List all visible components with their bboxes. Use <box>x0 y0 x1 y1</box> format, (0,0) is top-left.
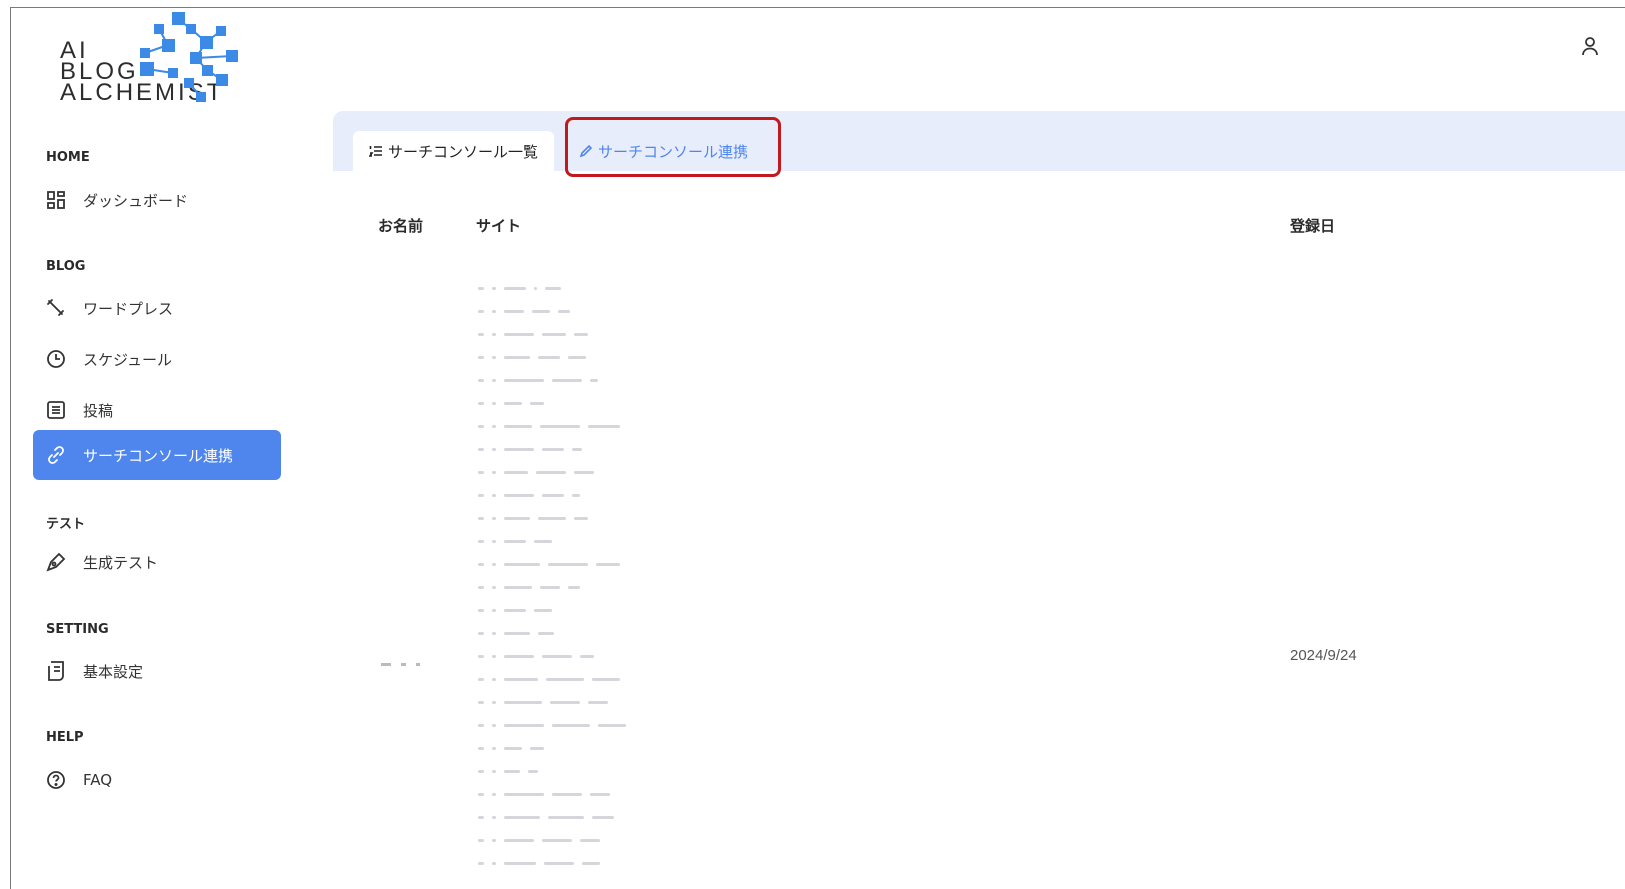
site-row-redacted <box>478 738 552 750</box>
site-row-redacted <box>478 853 608 865</box>
tab-bar: サーチコンソール一覧 サーチコンソール連携 <box>333 111 1625 171</box>
dashboard-icon <box>45 189 67 211</box>
site-row-redacted <box>478 577 588 589</box>
site-row-redacted <box>478 301 578 313</box>
sidebar-item-schedule[interactable]: スケジュール <box>33 334 281 384</box>
sidebar-item-basic-settings[interactable]: 基本設定 <box>33 646 281 696</box>
wrench-icon <box>45 297 67 319</box>
sidebar-item-wordpress[interactable]: ワードプレス <box>33 283 281 333</box>
site-row-redacted <box>478 715 634 727</box>
link-icon <box>45 444 67 466</box>
site-row-redacted <box>478 600 560 612</box>
sidebar-item-label: ダッシュボード <box>83 191 189 210</box>
site-row-redacted <box>478 508 596 520</box>
tab-search-console-connect[interactable]: サーチコンソール連携 <box>563 131 764 171</box>
sidebar-item-label: FAQ <box>83 771 113 789</box>
site-row-redacted <box>478 646 602 658</box>
site-row-redacted <box>478 692 616 704</box>
site-row-redacted <box>478 623 562 635</box>
table-cell-date: 2024/9/24 <box>1290 647 1357 664</box>
app-logo[interactable]: AI BLOG ALCHEMIST <box>58 10 243 110</box>
name-cell-redacted <box>381 651 430 670</box>
document-icon <box>45 660 67 682</box>
clock-icon <box>45 348 67 370</box>
edit-icon <box>579 144 593 158</box>
site-row-redacted <box>478 278 569 290</box>
section-label-blog: BLOG <box>46 259 86 274</box>
tab-label: サーチコンソール連携 <box>598 142 749 161</box>
site-row-redacted <box>478 784 618 796</box>
sidebar-item-label: スケジュール <box>83 350 172 369</box>
list-ordered-icon <box>369 144 383 158</box>
tab-search-console-list[interactable]: サーチコンソール一覧 <box>353 131 555 171</box>
list-icon <box>45 399 67 421</box>
site-row-redacted <box>478 485 588 497</box>
sidebar-item-label: サーチコンソール連携 <box>83 446 234 465</box>
sidebar-item-label: 投稿 <box>83 401 114 420</box>
sidebar-item-dashboard[interactable]: ダッシュボード <box>33 175 281 225</box>
question-icon <box>45 769 67 791</box>
column-header-site: サイト <box>476 217 522 235</box>
user-icon[interactable] <box>1578 34 1602 58</box>
site-row-redacted <box>478 761 546 773</box>
site-row-redacted <box>478 347 594 359</box>
site-row-redacted <box>478 439 590 451</box>
section-label-help: HELP <box>46 730 84 745</box>
site-row-redacted <box>478 830 608 842</box>
section-label-home: HOME <box>46 150 90 165</box>
site-row-redacted <box>478 324 596 336</box>
sidebar-item-generation-test[interactable]: 生成テスト <box>33 537 281 587</box>
site-row-redacted <box>478 669 628 681</box>
section-label-setting: SETTING <box>46 622 109 637</box>
site-row-redacted <box>478 370 606 382</box>
site-row-redacted <box>478 531 560 543</box>
site-row-redacted <box>478 462 602 474</box>
column-header-name: お名前 <box>378 217 424 235</box>
sidebar-item-label: 生成テスト <box>83 553 159 572</box>
main-panel: サーチコンソール一覧 サーチコンソール連携 <box>333 111 1625 889</box>
logo-network-icon <box>140 12 238 102</box>
tab-label: サーチコンソール一覧 <box>388 142 539 161</box>
site-row-redacted <box>478 554 628 566</box>
column-header-date: 登録日 <box>1290 217 1336 235</box>
site-row-redacted <box>478 416 628 428</box>
sidebar-item-label: 基本設定 <box>83 662 144 681</box>
sidebar-item-label: ワードプレス <box>83 299 174 318</box>
site-row-redacted <box>478 807 622 819</box>
pen-icon <box>45 551 67 573</box>
sidebar-item-posts[interactable]: 投稿 <box>33 385 281 435</box>
sidebar-item-faq[interactable]: FAQ <box>33 755 281 805</box>
sidebar-item-search-console[interactable]: サーチコンソール連携 <box>33 430 281 480</box>
section-label-test: テスト <box>46 517 86 532</box>
site-row-redacted <box>478 393 552 405</box>
